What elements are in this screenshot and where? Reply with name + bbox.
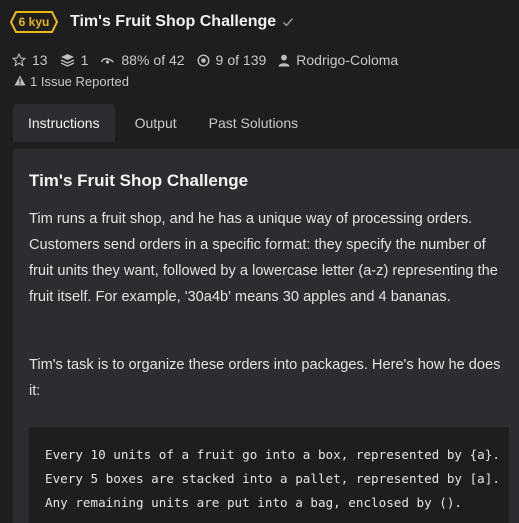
instructions-paragraph-2: Tim's task is to organize these orders i… — [29, 357, 501, 399]
kata-title: Tim's Fruit Shop Challenge — [70, 13, 277, 30]
issues-reported[interactable]: 1 Issue Reported — [14, 74, 129, 89]
tab-instructions-label: Instructions — [28, 115, 100, 131]
user-icon — [278, 54, 290, 66]
kata-header: 6 kyu Tim's Fruit Shop Challenge — [10, 11, 294, 33]
satisfaction-stat: 88% of 42 — [100, 52, 185, 68]
tab-past-solutions[interactable]: Past Solutions — [194, 104, 314, 142]
kata-page: 6 kyu Tim's Fruit Shop Challenge 13 1 88… — [0, 0, 519, 523]
target-icon — [197, 53, 210, 67]
code-block: Every 10 units of a fruit go into a box,… — [29, 427, 509, 523]
satisfaction-votes: of 42 — [153, 52, 185, 68]
instructions-heading: Tim's Fruit Shop Challenge — [29, 171, 249, 190]
collections-count: 1 — [80, 52, 89, 68]
warning-icon — [14, 75, 26, 86]
kata-tabs: Instructions Output Past Solutions — [13, 104, 313, 142]
stars-stat[interactable]: 13 — [12, 52, 48, 68]
completed-total: of 139 — [227, 52, 267, 68]
tab-output-label: Output — [134, 115, 177, 131]
satisfaction-percent: 88% — [121, 52, 150, 68]
collections-stat[interactable]: 1 — [60, 52, 89, 68]
kata-stats: 13 1 88% of 42 9 of 139 Rodrigo-Coloma — [12, 52, 410, 68]
completed-count: 9 — [215, 52, 224, 68]
stars-count: 13 — [32, 52, 48, 68]
star-icon — [12, 53, 26, 67]
author-name[interactable]: Rodrigo-Coloma — [296, 52, 398, 68]
code-line: Every 10 units of a fruit go into a box,… — [45, 447, 500, 462]
checkmark-icon — [283, 18, 294, 27]
tab-instructions[interactable]: Instructions — [13, 104, 115, 142]
instructions-panel: Tim's Fruit Shop Challenge Tim runs a fr… — [13, 149, 519, 523]
thumbs-icon — [101, 57, 115, 64]
stack-icon — [60, 54, 74, 67]
tab-output[interactable]: Output — [120, 104, 192, 142]
instructions-paragraph-1: Tim runs a fruit shop, and he has a uniq… — [29, 211, 498, 305]
issues-label[interactable]: 1 Issue Reported — [30, 74, 129, 89]
completed-stat: 9 of 139 — [197, 52, 267, 68]
kyu-badge: 6 kyu — [10, 11, 58, 33]
tab-past-solutions-label: Past Solutions — [208, 115, 299, 131]
author-stat[interactable]: Rodrigo-Coloma — [278, 52, 398, 68]
code-line: Any remaining units are put into a bag, … — [45, 495, 463, 510]
kyu-label: 6 kyu — [18, 15, 50, 29]
code-line: Every 5 boxes are stacked into a pallet,… — [45, 471, 500, 486]
